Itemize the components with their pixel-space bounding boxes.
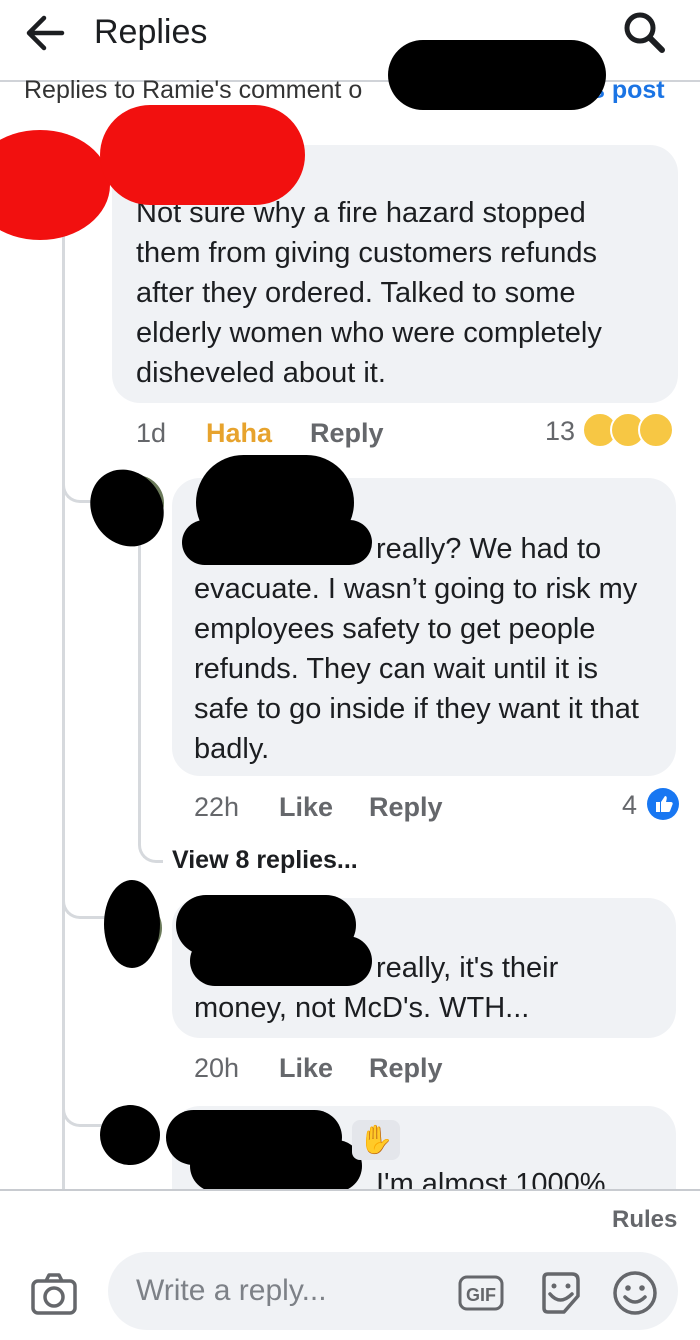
reaction-count[interactable]: 13 xyxy=(545,416,575,447)
waving-hand-icon: ✋ xyxy=(352,1120,400,1160)
comment-text: I'm almost 1000% xyxy=(376,1168,606,1190)
search-icon[interactable] xyxy=(622,10,666,54)
sad-emoji-icon xyxy=(638,412,674,448)
like-button[interactable]: Like xyxy=(279,1053,333,1084)
comment-time: 1d xyxy=(136,418,167,448)
comment-text: really? We had to evacuate. I wasn’t goi… xyxy=(194,533,639,765)
redaction-mark xyxy=(190,1140,362,1192)
emoji-icon[interactable] xyxy=(612,1270,658,1316)
reply-button[interactable]: Reply xyxy=(369,792,443,823)
reply-button[interactable]: Reply xyxy=(310,418,384,449)
redaction-mark xyxy=(100,105,305,205)
thread-connector xyxy=(138,828,163,863)
rules-link[interactable]: Rules xyxy=(612,1206,677,1234)
camera-icon[interactable] xyxy=(30,1272,78,1316)
reply-button[interactable]: Reply xyxy=(369,1053,443,1084)
comment-time: 20h xyxy=(194,1053,240,1083)
view-replies-link[interactable]: View 8 replies... xyxy=(172,846,358,875)
haha-reaction-button[interactable]: Haha xyxy=(206,418,272,449)
comment-time: 22h xyxy=(194,792,240,822)
back-arrow-icon[interactable] xyxy=(22,10,68,56)
thread-line xyxy=(62,230,65,1190)
reaction-count[interactable]: 4 xyxy=(622,790,637,821)
redaction-mark xyxy=(0,130,110,240)
comment-text: Not sure why a fire hazard stopped them … xyxy=(136,197,602,389)
sticker-icon[interactable] xyxy=(538,1270,582,1316)
gif-icon[interactable]: GIF xyxy=(458,1275,504,1311)
like-button[interactable]: Like xyxy=(279,792,333,823)
reply-input[interactable] xyxy=(134,1270,448,1312)
reply-box[interactable] xyxy=(108,1252,678,1330)
breadcrumb: Replies to Ramie's comment o s post xyxy=(24,75,665,105)
breadcrumb-text: Replies to Ramie's comment o xyxy=(24,76,363,104)
gif-label: GIF xyxy=(466,1285,496,1305)
redaction-mark xyxy=(388,40,606,110)
redaction-mark xyxy=(104,880,160,968)
redaction-mark xyxy=(100,1105,160,1165)
thread-connector xyxy=(62,888,109,919)
thread-line xyxy=(138,540,141,830)
comment-text: really, it's their money, not McD's. WTH… xyxy=(194,952,559,1024)
page-title: Replies xyxy=(94,13,208,51)
thumbs-up-icon xyxy=(647,788,679,820)
